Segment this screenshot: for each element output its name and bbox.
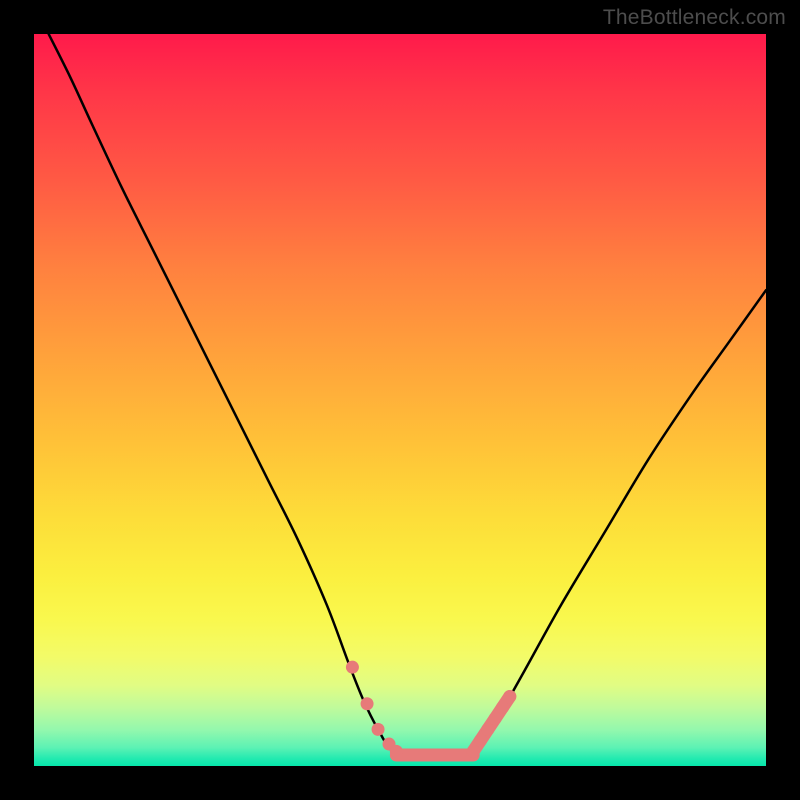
marker-group <box>346 661 516 758</box>
chart-frame: TheBottleneck.com <box>0 0 800 800</box>
marker-dot <box>361 697 374 710</box>
marker-dot <box>372 723 385 736</box>
marker-dot <box>390 745 403 758</box>
marker-dot <box>496 701 509 714</box>
chart-svg <box>34 34 766 766</box>
attribution-text: TheBottleneck.com <box>603 6 786 30</box>
curve-path <box>49 34 766 760</box>
marker-dot <box>503 690 516 703</box>
marker-dot <box>474 734 487 747</box>
marker-dot <box>481 723 494 736</box>
marker-dot <box>489 712 502 725</box>
bottleneck-curve <box>49 34 766 760</box>
marker-dot <box>346 661 359 674</box>
plot-area <box>34 34 766 766</box>
marker-dot <box>467 745 480 758</box>
